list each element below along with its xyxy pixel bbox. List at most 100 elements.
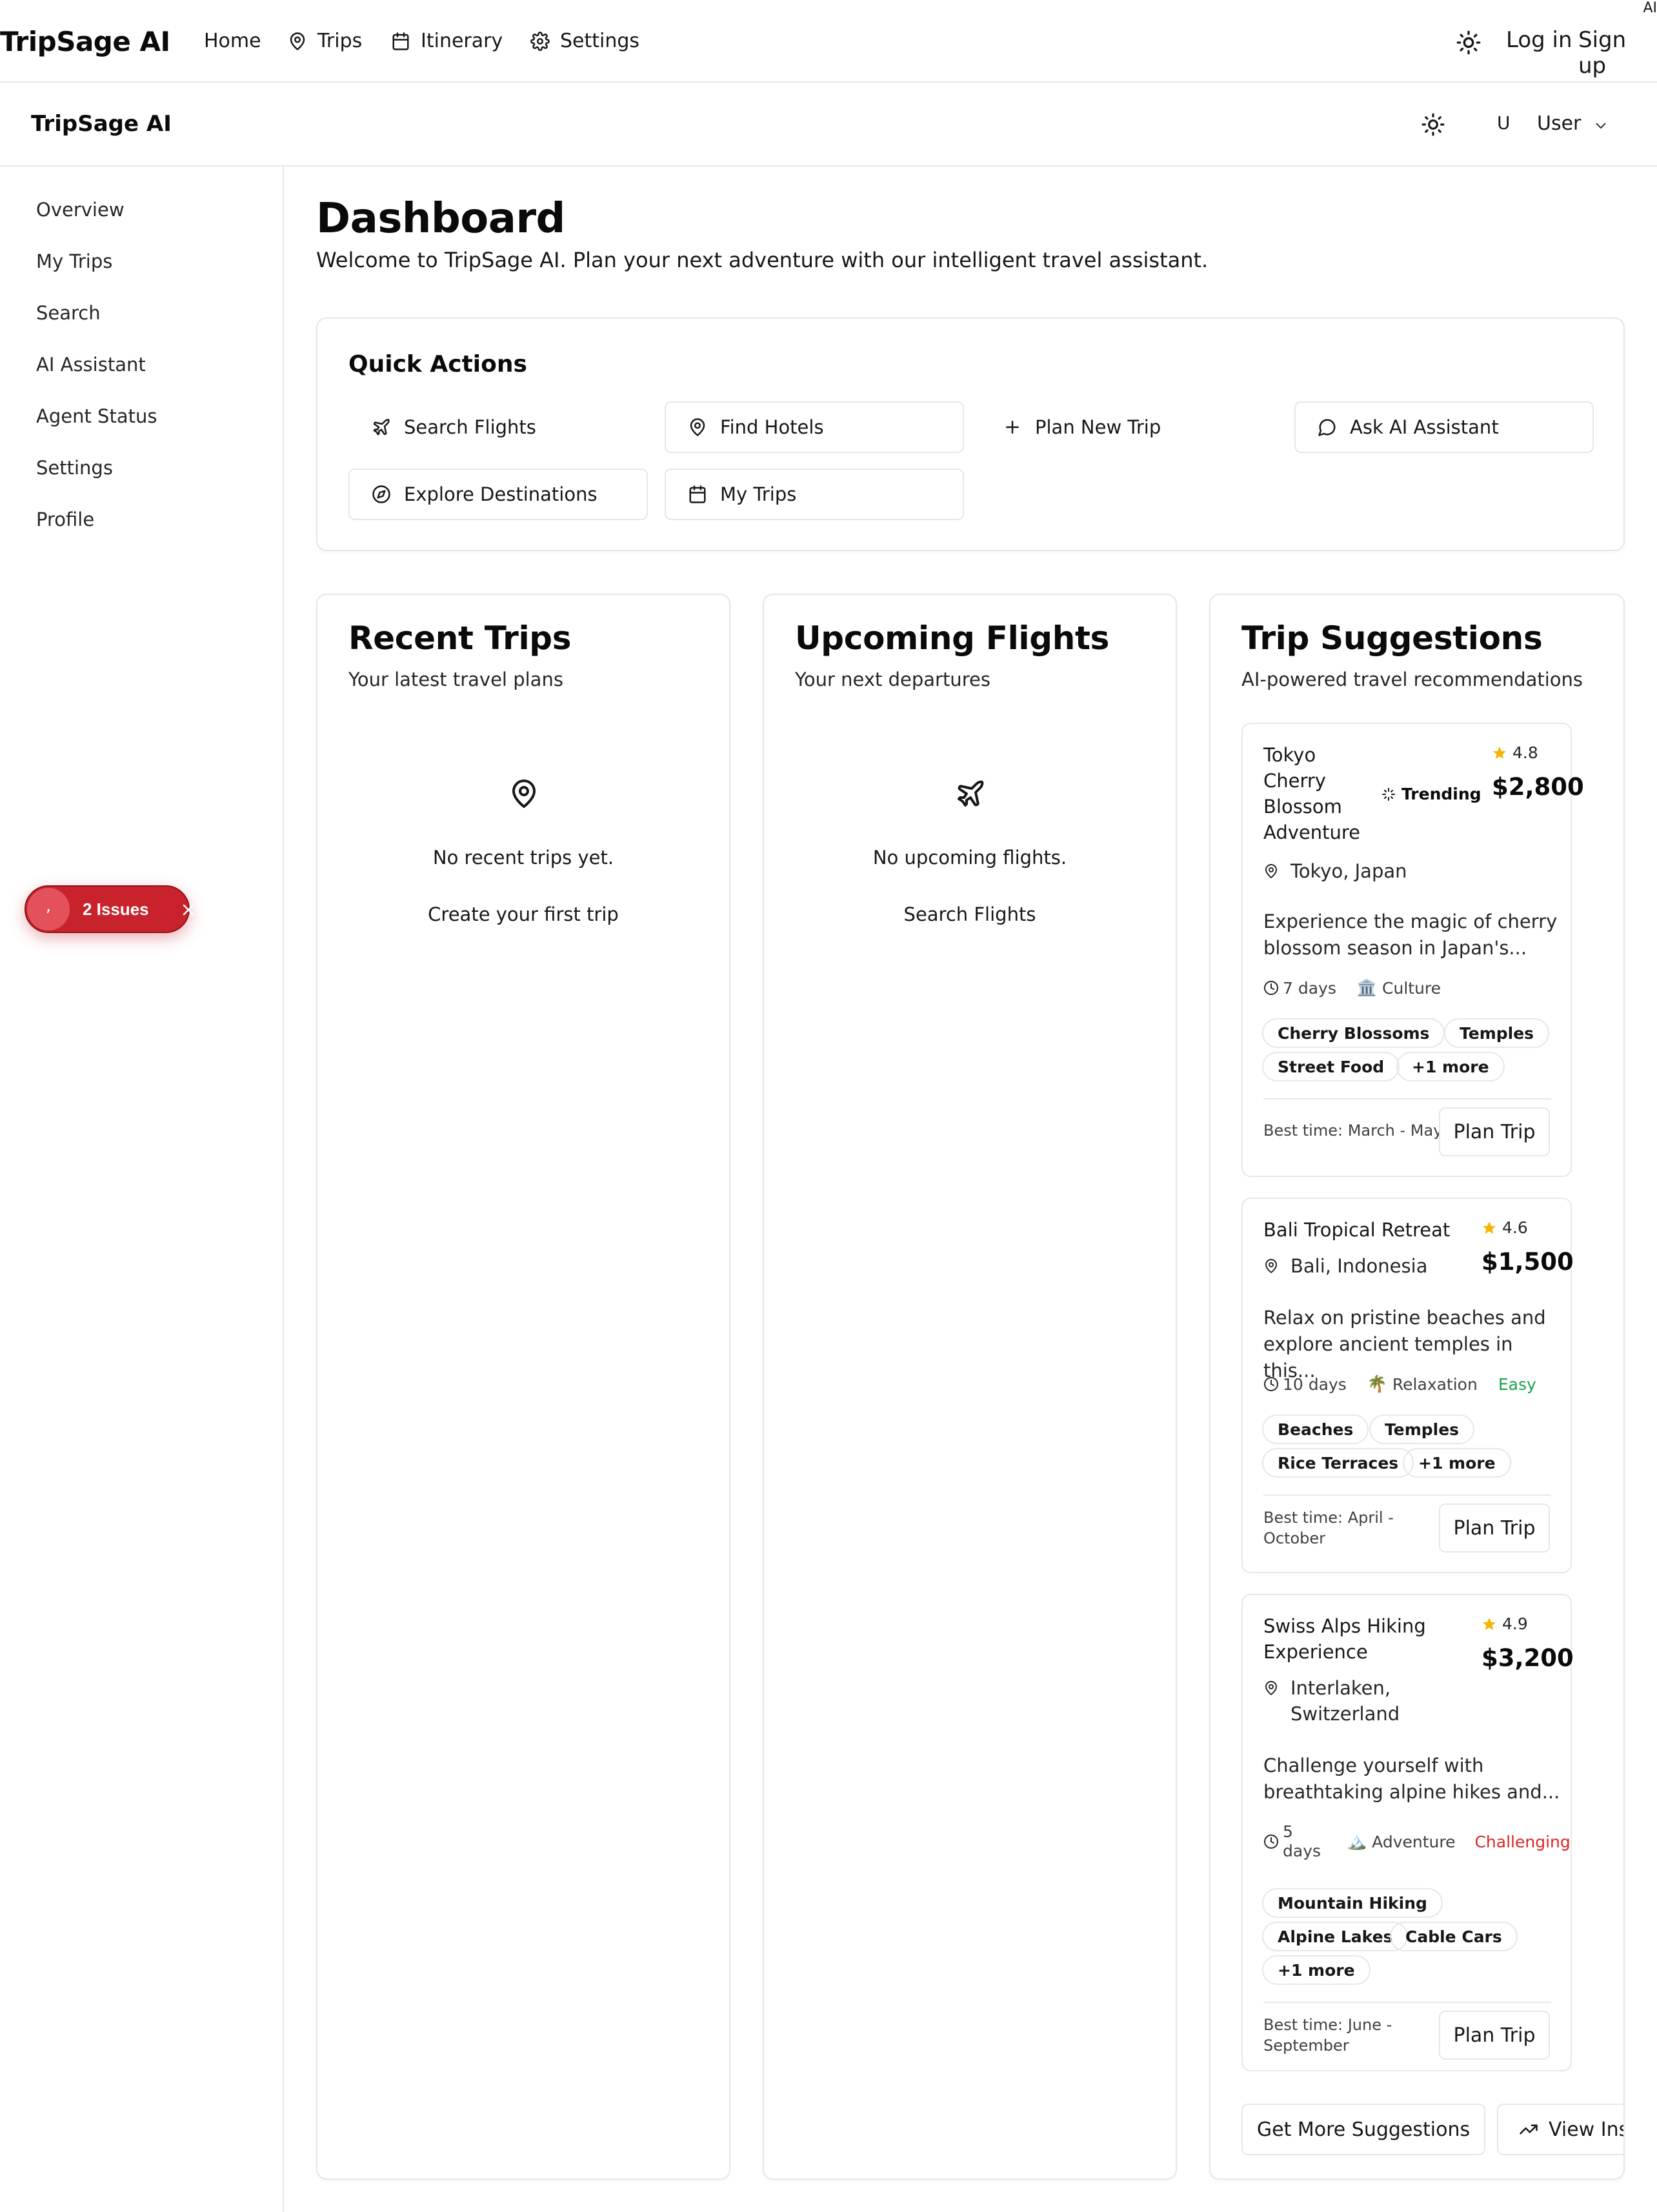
tag: Alpine Lakes (1262, 1922, 1409, 1951)
find-hotels-label: Find Hotels (720, 416, 824, 438)
search-flights-link[interactable]: Search Flights (764, 903, 1176, 925)
plan-trip-button[interactable]: Plan Trip (1439, 1503, 1550, 1553)
plus-icon (1003, 417, 1022, 437)
tag: +1 more (1403, 1448, 1511, 1478)
clock-icon (1263, 1376, 1279, 1392)
category: Culture (1382, 978, 1441, 998)
view-insights-label: View Insights (1549, 2118, 1623, 2141)
ask-ai-assistant-label: Ask AI Assistant (1350, 416, 1499, 438)
description: Relax on pristine beaches and explore an… (1263, 1307, 1546, 1382)
best-time: Best time: April - October (1263, 1509, 1394, 1547)
rating: 4.9 (1481, 1614, 1528, 1633)
clock-icon (1263, 980, 1279, 996)
map-pin-icon (1263, 1253, 1279, 1274)
user-menu-button[interactable]: User (1537, 112, 1581, 135)
description: Experience the magic of cherry blossom s… (1263, 910, 1558, 959)
brand-logo[interactable]: TripSage AI (0, 26, 170, 57)
tag: Mountain Hiking (1262, 1888, 1443, 1918)
header-theme-toggle[interactable] (1421, 112, 1445, 137)
suggestion-card[interactable]: Bali Tropical Retreat 4.6 $1,500 Bali, I… (1241, 1198, 1574, 1573)
clock-icon (1263, 1834, 1279, 1849)
chat-bubble-icon (1318, 417, 1337, 437)
nav-home[interactable]: Home (204, 30, 261, 52)
plan-trip-button[interactable]: Plan Trip (1439, 2011, 1550, 2060)
sidebar-item-ai-assistant[interactable]: AI Assistant (36, 354, 146, 376)
my-trips-button[interactable]: My Trips (665, 468, 964, 520)
tag: +1 more (1396, 1052, 1505, 1081)
nav-home-label: Home (204, 30, 261, 52)
sidebar-item-settings[interactable]: Settings (36, 457, 113, 479)
plan-trip-button[interactable]: Plan Trip (1439, 1107, 1550, 1156)
find-hotels-button[interactable]: Find Hotels (665, 401, 964, 453)
sun-icon (1456, 30, 1481, 55)
price: $3,200 (1481, 1644, 1574, 1672)
category: Adventure (1372, 1832, 1456, 1851)
signup-button[interactable]: Sign up (1578, 27, 1657, 79)
tag: Temples (1444, 1018, 1550, 1048)
suggestion-name: Bali Tropical Retreat (1263, 1219, 1451, 1241)
tag: Beaches (1262, 1414, 1369, 1444)
quick-actions-card: Quick Actions Search Flights Find Hotels… (316, 317, 1625, 551)
get-more-suggestions-button[interactable]: Get More Suggestions (1241, 2104, 1485, 2155)
search-flights-button[interactable]: Search Flights (348, 401, 648, 453)
star-icon (1481, 1616, 1497, 1632)
explore-destinations-button[interactable]: Explore Destinations (348, 468, 648, 520)
header-brand[interactable]: TripSage AI (31, 111, 172, 137)
difficulty-badge: Easy (1498, 1374, 1536, 1394)
nav-trips[interactable]: Trips (288, 30, 362, 52)
nav-settings-label: Settings (560, 30, 640, 52)
tag: Street Food (1262, 1052, 1400, 1081)
page-subtitle: Welcome to TripSage AI. Plan your next a… (316, 248, 1209, 272)
divider (1263, 1098, 1551, 1100)
suggestion-name: Tokyo Cherry Blossom Adventure (1263, 744, 1360, 843)
avatar[interactable]: U (1497, 112, 1511, 134)
close-icon[interactable] (181, 902, 196, 918)
map-pin-icon (688, 417, 707, 437)
app-header: TripSage AI U User (0, 84, 1657, 166)
divider (1263, 1494, 1551, 1496)
divider (1263, 2002, 1551, 2003)
trip-suggestions-title: Trip Suggestions (1241, 619, 1543, 657)
upcoming-flights-empty-text: No upcoming flights. (872, 847, 1067, 869)
sidebar-item-my-trips[interactable]: My Trips (36, 250, 112, 272)
recent-trips-empty-text: No recent trips yet. (432, 847, 614, 869)
category: Relaxation (1392, 1374, 1478, 1394)
plan-new-trip-button[interactable]: Plan New Trip (979, 401, 1279, 453)
explore-destinations-label: Explore Destinations (404, 483, 598, 505)
trending-up-icon (1519, 2120, 1538, 2139)
sidebar-item-search[interactable]: Search (36, 302, 101, 324)
plane-icon (955, 778, 986, 809)
category-emoji: 🌴 (1367, 1374, 1387, 1393)
create-first-trip-link[interactable]: Create your first trip (317, 903, 729, 925)
top-navbar: TripSage AI Home Trips Itinerary Setting… (0, 0, 1657, 83)
compass-icon (372, 485, 391, 504)
plane-icon (372, 417, 391, 437)
issues-badge[interactable]: , 2 Issues (25, 885, 194, 933)
recent-trips-subtitle: Your latest travel plans (348, 669, 563, 690)
chevron-down-icon[interactable] (1592, 117, 1609, 134)
suggestion-name: Swiss Alps Hiking Experience (1263, 1615, 1426, 1663)
nav-settings[interactable]: Settings (530, 30, 639, 52)
sidebar: Overview My Trips Search AI Assistant Ag… (0, 166, 284, 2212)
nav-itinerary[interactable]: Itinerary (391, 30, 503, 52)
difficulty-badge: Challenging (1474, 1832, 1571, 1851)
issues-dot: , (27, 888, 70, 930)
trip-suggestions-card: Trip Suggestions AI-powered travel recom… (1209, 594, 1625, 2180)
duration: 5 days (1283, 1822, 1321, 1860)
sidebar-item-agent-status[interactable]: Agent Status (36, 405, 157, 427)
suggestion-card[interactable]: Tokyo Cherry Blossom Adventure Trending … (1241, 723, 1584, 1177)
sidebar-item-profile[interactable]: Profile (36, 508, 94, 530)
issues-label: 2 Issues (83, 900, 149, 919)
gear-icon (530, 31, 550, 51)
duration: 7 days (1283, 978, 1336, 998)
suggestion-card[interactable]: Swiss Alps Hiking Experience 4.9 $3,200 … (1241, 1594, 1574, 2071)
map-pin-icon (1263, 1675, 1279, 1696)
theme-toggle-button[interactable] (1456, 30, 1481, 55)
login-button[interactable]: Log in (1506, 27, 1572, 53)
view-insights-button[interactable]: View Insights (1497, 2104, 1623, 2155)
sidebar-item-overview[interactable]: Overview (36, 199, 125, 221)
description: Challenge yourself with breathtaking alp… (1263, 1755, 1560, 1803)
ask-ai-assistant-button[interactable]: Ask AI Assistant (1294, 401, 1594, 453)
location: Interlaken, Switzerland (1263, 1675, 1400, 1727)
tag: Temples (1369, 1414, 1475, 1444)
